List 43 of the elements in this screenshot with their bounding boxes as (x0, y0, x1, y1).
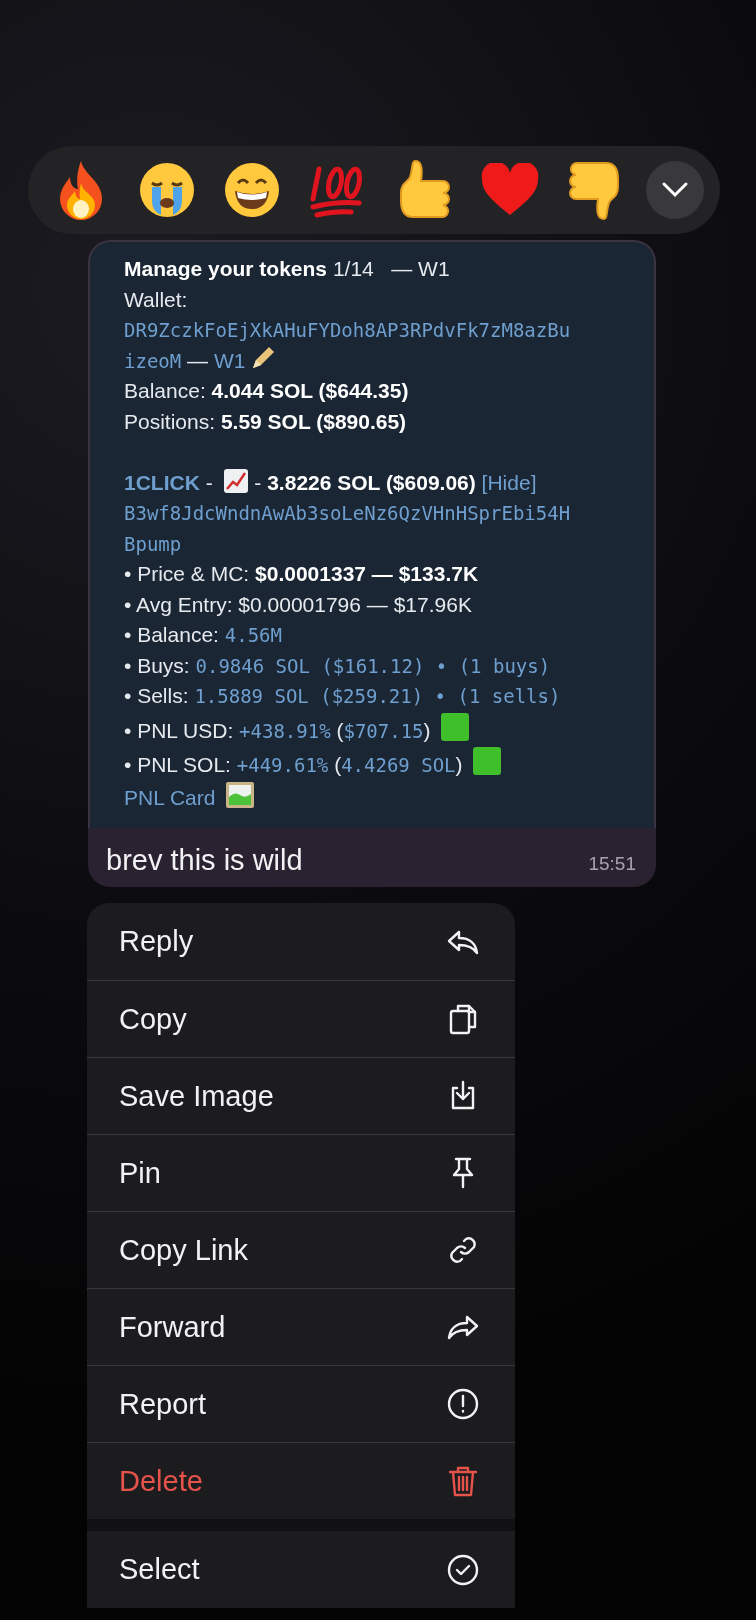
message-line: • PNL USD: +438.91% ($707.15) (124, 711, 576, 746)
message-line: • Sells: 1.5889 SOL ($259.21) • (1 sells) (124, 683, 562, 709)
menu-item-label: Forward (119, 1310, 226, 1344)
menu-item-label: Save Image (119, 1079, 274, 1113)
menu-item[interactable]: Copy (87, 980, 515, 1057)
message-line: • Price & MC: $0.0001337 — $133.7K (124, 561, 480, 587)
menu-item[interactable]: Copy Link (87, 1211, 515, 1288)
menu-item[interactable]: Pin (87, 1134, 515, 1211)
chevron-down-icon (660, 181, 689, 199)
menu-item[interactable]: Reply (87, 903, 515, 980)
exclamation-icon (445, 1386, 481, 1422)
message-line: • PNL SOL: +449.61% (4.4269 SOL) (124, 746, 576, 781)
message-line: • Avg Entry: $0.00001796 — $17.96K (124, 591, 473, 618)
message-line: • Buys: 0.9846 SOL ($161.12) • (1 buys) (124, 652, 552, 679)
square-icon (440, 711, 471, 742)
message-line: Wallet: (124, 286, 189, 313)
menu-item-label: Copy (119, 1002, 187, 1036)
message-line: PNL Card (124, 780, 576, 813)
message-line: B3wf8JdcWndnAwAb3soLeNz6QzVHnHSprEbi54HBpump (124, 501, 572, 557)
message-line: 1CLICK - - 3.8226 SOL ($609.06) [Hide] (124, 467, 576, 498)
menu-item[interactable]: Select (87, 1531, 515, 1608)
menu-item-label: Copy Link (119, 1233, 248, 1267)
square-icon (472, 746, 503, 776)
menu-item[interactable]: Save Image (87, 1057, 515, 1134)
menu-item-label: Pin (119, 1156, 161, 1190)
picture-icon (225, 780, 256, 809)
message-line: • Balance: 4.56M (124, 622, 283, 648)
menu-item[interactable]: Report (87, 1365, 515, 1442)
crying-face-icon (137, 161, 196, 219)
chart-icon (222, 467, 249, 494)
message-line: DR9ZczkFoEjXkAHuFYDoh8AP3RPdvFk7zM8azBuizeoM — W1 (124, 318, 572, 374)
heart-icon (479, 163, 540, 217)
message-text: brev this is wild (106, 844, 303, 877)
menu-item-label: Reply (119, 925, 194, 958)
message-line: Balance: 4.044 SOL ($644.35) (124, 378, 410, 404)
grinning-face-icon (223, 161, 282, 219)
message-time: 15:51 (588, 853, 636, 876)
menu-item-label: Report (119, 1387, 207, 1421)
message-line: Positions: 5.59 SOL ($890.65) (124, 408, 408, 435)
menu-item-label: Select (119, 1553, 200, 1586)
menu-item-label: Delete (119, 1464, 203, 1498)
menu-item[interactable]: Forward (87, 1288, 515, 1365)
message-line: Manage your tokens 1/14 — W1 (124, 256, 451, 282)
